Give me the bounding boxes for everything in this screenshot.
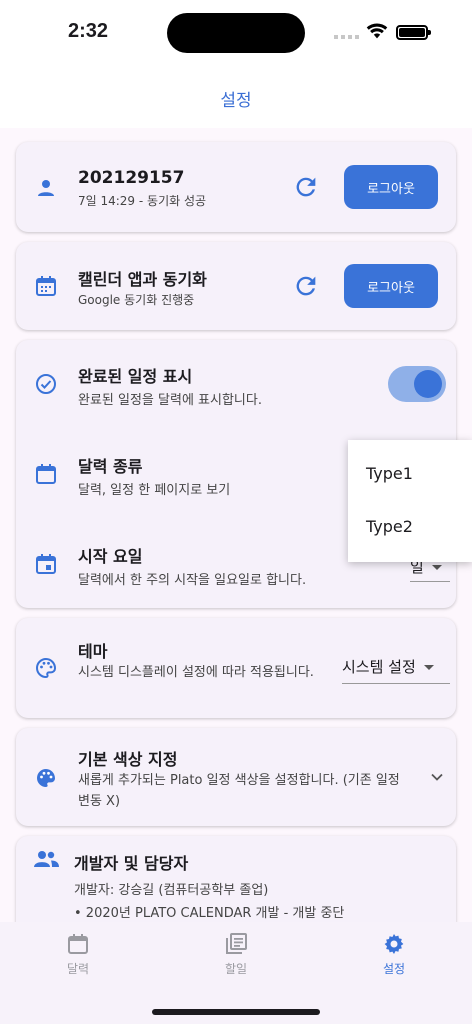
- calendar-logout-button[interactable]: 로그아웃: [344, 264, 438, 308]
- start-day-title: 시작 요일: [78, 547, 143, 566]
- palette-icon: [36, 657, 57, 679]
- group-icon: [34, 851, 59, 867]
- theme-value: 시스템 설정: [342, 658, 416, 676]
- default-color-title: 기본 색상 지정: [78, 750, 178, 769]
- theme-select[interactable]: 시스템 설정: [342, 656, 450, 684]
- nav-item-calendar[interactable]: 달력: [38, 932, 118, 977]
- calendar-sync-status: Google 동기화 진행중: [78, 293, 195, 307]
- dropdown-option-type1[interactable]: Type1: [366, 464, 413, 483]
- battery-icon: [396, 25, 431, 40]
- default-color-desc: 새롭게 추가되는 Plato 일정 색상을 설정합니다. (기존 일정 변동 X…: [78, 773, 400, 809]
- calendar-icon: [68, 934, 88, 954]
- developer-title: 개발자 및 담당자: [74, 854, 189, 873]
- developer-line-2: • 2020년 PLATO CALENDAR 개발 - 개발 중단: [74, 906, 345, 921]
- palette-icon: [37, 769, 55, 787]
- start-day-desc: 달력에서 한 주의 시작을 일요일로 합니다.: [78, 573, 307, 588]
- nav-label-todo: 할일: [224, 962, 248, 976]
- show-completed-toggle[interactable]: [388, 366, 446, 402]
- wifi-icon: [366, 23, 388, 39]
- refresh-icon[interactable]: [292, 173, 320, 201]
- app-bar: 설정: [0, 64, 472, 128]
- account-card: 202129157 7일 14:29 - 동기화 성공 로그아웃: [16, 142, 456, 232]
- library-books-icon: [226, 933, 247, 954]
- calendar-sync-card: 캘린더 앱과 동기화 Google 동기화 진행중 로그아웃: [16, 242, 456, 330]
- status-time: 2:32: [68, 20, 109, 42]
- cellular-signal-icon: [334, 35, 360, 39]
- home-indicator: [152, 1009, 320, 1015]
- developer-line-1: 개발자: 강승길 (컴퓨터공학부 졸업): [74, 883, 269, 898]
- calendar-type-dropdown: Type1 Type2: [348, 440, 472, 562]
- theme-title: 테마: [78, 642, 108, 661]
- logout-button[interactable]: 로그아웃: [344, 165, 438, 209]
- gear-icon: [384, 934, 404, 954]
- dynamic-island: [167, 13, 305, 53]
- refresh-icon[interactable]: [292, 272, 320, 300]
- person-icon: [38, 180, 54, 196]
- account-id: 202129157: [78, 168, 185, 188]
- chevron-down-icon: [423, 665, 434, 670]
- check-circle-icon: [36, 374, 56, 394]
- nav-item-settings[interactable]: 설정: [354, 932, 434, 977]
- chevron-down-icon[interactable]: [430, 770, 444, 784]
- account-sync-status: 7일 14:29 - 동기화 성공: [78, 194, 207, 208]
- status-bar: 2:32: [0, 0, 472, 64]
- dropdown-option-type2[interactable]: Type2: [366, 517, 413, 536]
- nav-label-settings: 설정: [382, 962, 406, 976]
- show-completed-desc: 완료된 일정을 달력에 표시합니다.: [78, 393, 262, 408]
- calendar-event-icon: [36, 554, 56, 574]
- calendar-icon: [36, 464, 56, 484]
- default-color-card[interactable]: 기본 색상 지정 새롭게 추가되는 Plato 일정 색상을 설정합니다. (기…: [16, 728, 456, 826]
- calendar-icon: [36, 276, 56, 296]
- nav-item-todo[interactable]: 할일: [196, 932, 276, 977]
- theme-card[interactable]: 테마 시스템 디스플레이 설정에 따라 적용됩니다. 시스템 설정: [16, 618, 456, 718]
- show-completed-title: 완료된 일정 표시: [78, 367, 193, 386]
- chevron-down-icon: [431, 565, 442, 570]
- theme-desc: 시스템 디스플레이 설정에 따라 적용됩니다.: [78, 665, 314, 680]
- page-title: 설정: [220, 91, 252, 111]
- calendar-sync-title: 캘린더 앱과 동기화: [78, 270, 207, 289]
- calendar-type-desc: 달력, 일정 한 페이지로 보기: [78, 483, 231, 498]
- show-completed-row[interactable]: 완료된 일정 표시 완료된 일정을 달력에 표시합니다.: [16, 340, 456, 428]
- calendar-type-title: 달력 종류: [78, 457, 143, 476]
- nav-label-calendar: 달력: [66, 962, 90, 976]
